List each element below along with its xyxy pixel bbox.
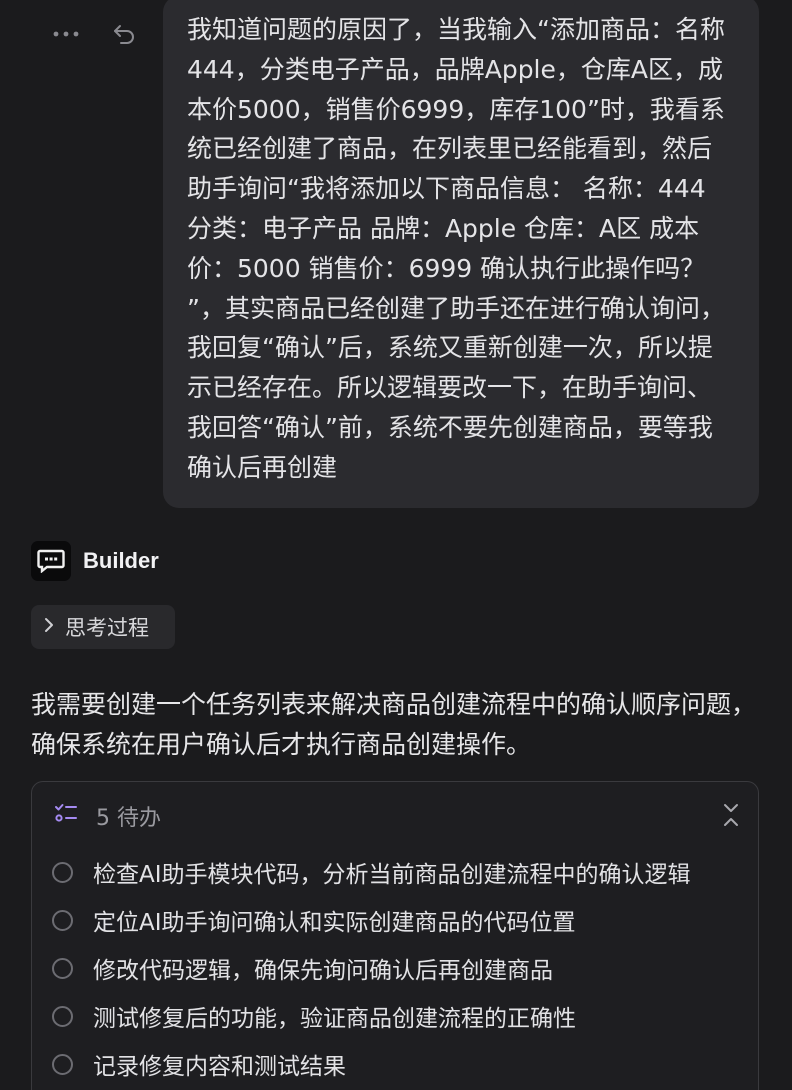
more-horizontal-icon[interactable] (52, 20, 80, 48)
user-message-bubble: 我知道问题的原因了，当我输入“添加商品：名称444，分类电子产品，品牌Apple… (163, 0, 759, 508)
todo-count: 5 待办 (96, 806, 161, 831)
assistant-header: Builder (31, 541, 159, 581)
todo-list: 检查AI助手模块代码，分析当前商品创建流程中的确认逻辑 定位AI助手询问确认和实… (52, 848, 691, 1088)
todo-item: 定位AI助手询问确认和实际创建商品的代码位置 (52, 896, 691, 944)
todo-item: 修改代码逻辑，确保先询问确认后再创建商品 (52, 944, 691, 992)
chat-bubble-icon (31, 541, 71, 581)
todo-item-label: 定位AI助手询问确认和实际创建商品的代码位置 (93, 910, 576, 936)
todo-checkbox[interactable] (52, 957, 73, 979)
todo-item: 记录修复内容和测试结果 (52, 1040, 691, 1088)
todo-item-label: 修改代码逻辑，确保先询问确认后再创建商品 (93, 958, 553, 984)
thinking-label: 思考过程 (65, 616, 149, 640)
assistant-reply: 我需要创建一个任务列表来解决商品创建流程中的确认顺序问题，确保系统在用户确认后才… (31, 690, 757, 759)
undo-icon[interactable] (110, 20, 138, 48)
todo-header: 5 待办 (54, 800, 161, 832)
message-actions (52, 20, 138, 48)
chat-page: 我知道问题的原因了，当我输入“添加商品：名称444，分类电子产品，品牌Apple… (0, 0, 792, 1090)
todo-checkbox[interactable] (52, 1053, 73, 1075)
todo-item-label: 记录修复内容和测试结果 (93, 1054, 346, 1080)
task-list-icon (54, 802, 78, 830)
assistant-name: Builder (83, 548, 159, 573)
todo-checkbox[interactable] (52, 909, 73, 931)
todo-checkbox[interactable] (52, 861, 73, 883)
collapse-icon[interactable] (720, 802, 742, 828)
thinking-process-toggle[interactable]: 思考过程 (31, 605, 175, 649)
todo-item: 测试修复后的功能，验证商品创建流程的正确性 (52, 992, 691, 1040)
todo-checkbox[interactable] (52, 1005, 73, 1027)
todo-item: 检查AI助手模块代码，分析当前商品创建流程中的确认逻辑 (52, 848, 691, 896)
todo-card: 5 待办 检查AI助手模块代码，分析当前商品创建流程中的确认逻辑 定位AI助手询… (31, 781, 759, 1090)
todo-item-label: 检查AI助手模块代码，分析当前商品创建流程中的确认逻辑 (93, 862, 691, 888)
chevron-right-icon (43, 615, 55, 639)
todo-item-label: 测试修复后的功能，验证商品创建流程的正确性 (93, 1006, 576, 1032)
